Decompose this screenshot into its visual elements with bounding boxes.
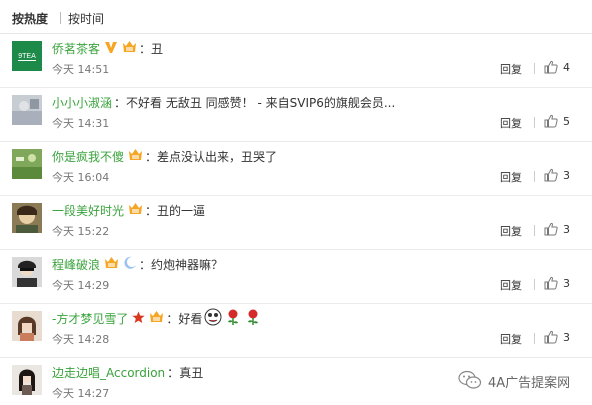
reply-button[interactable]: 回复 [500,331,522,347]
comment-item: 小小小淑涵 ： 不好看 无敌丑 同感赞！ - 来自SVIP6的旗舰会员... 今… [0,88,592,142]
rose-emoji-icon [244,308,262,330]
comment-username[interactable]: -方才梦见雪了 [52,311,128,327]
like-button[interactable]: 5 [544,113,570,129]
thumbs-up-icon [544,330,558,344]
comment-username[interactable]: 一段美好时光 [52,203,124,219]
thumbs-up-icon [544,168,558,182]
comment-time: 今天 14:51 [52,63,110,76]
avatar[interactable] [12,257,42,287]
member-crown-icon [128,202,143,220]
like-button[interactable]: 3 [544,275,570,291]
like-count: 3 [563,330,570,344]
thumbs-up-icon [544,60,558,74]
sort-bar: 按热度 按时间 [0,0,592,34]
colon: ： [139,258,152,272]
moon-level-icon [123,256,137,274]
colon: ： [167,366,180,380]
comment-text: 真丑 [179,366,204,380]
avatar[interactable] [12,149,42,179]
comment-item: 你是疯我不傻 ： 差点没认出来，丑哭了 今天 16:04 回复 3 [0,142,592,196]
like-count: 3 [563,222,570,236]
like-button[interactable]: 3 [544,329,570,345]
avatar[interactable]: 9TEA [12,41,42,71]
rose-emoji-icon [224,308,242,330]
comment-username[interactable]: 小小小淑涵 [52,95,112,111]
thumbs-up-icon [544,222,558,236]
comment-text: 好看 [178,312,203,326]
comment-username[interactable]: 边走边唱_Accordion [52,365,165,381]
comment-time: 今天 14:27 [52,387,110,400]
reply-button[interactable]: 回复 [500,223,522,239]
like-count: 3 [563,276,570,290]
comment-time: 今天 16:04 [52,171,110,184]
thumbs-up-icon [544,276,558,290]
thumbs-up-icon [544,114,558,128]
member-crown-icon [104,256,119,274]
colon: ： [166,312,179,326]
comment-username[interactable]: 侨茗茶客 [52,41,100,57]
wechat-icon [458,370,482,393]
comment-username[interactable]: 程峰破浪 [52,257,100,273]
reply-button[interactable]: 回复 [500,115,522,131]
verified-v-icon [104,40,118,58]
colon: ： [145,204,158,218]
avatar-logo-text: 9TEA [18,53,36,60]
watermark-text: 4A广告提案网 [488,375,571,391]
member-crown-icon [128,148,143,166]
sort-by-hot-tab[interactable]: 按热度 [12,10,48,27]
avatar[interactable] [12,365,42,395]
like-count: 5 [563,114,570,128]
avatar[interactable] [12,95,42,125]
comment-text: 差点没认出来，丑哭了 [157,150,278,164]
action-divider [534,171,535,182]
comment-text: 丑的一逼 [157,204,206,218]
avatar[interactable] [12,311,42,341]
comment-item: 9TEA 侨茗茶客 ： 丑 今天 14:51 回复 4 [0,34,592,88]
star-icon [132,311,145,328]
comment-text: 丑 [151,42,164,56]
comment-text: 约炮神器嘛？ [151,258,224,272]
like-count: 4 [563,60,570,74]
like-count: 3 [563,168,570,182]
avatar[interactable] [12,203,42,233]
action-divider [534,333,535,344]
sort-divider [60,12,61,24]
reply-button[interactable]: 回复 [500,61,522,77]
comment-item: 程峰破浪 ： 约炮神器嘛？ 今天 14:29 回复 3 [0,250,592,304]
like-button[interactable]: 3 [544,221,570,237]
like-button[interactable]: 4 [544,59,570,75]
colon: ： [114,96,127,110]
comment-item: -方才梦见雪了 ： 好看 今天 14:28 回复 3 [0,304,592,358]
comment-time: 今天 14:29 [52,279,110,292]
comment-time: 今天 14:31 [52,117,110,130]
action-divider [534,63,535,74]
comment-text: 不好看 无敌丑 同感赞！ - 来自SVIP6的旗舰会员... [126,96,396,110]
comment-item: 一段美好时光 ： 丑的一逼 今天 15:22 回复 3 [0,196,592,250]
like-button[interactable]: 3 [544,167,570,183]
goofy-face-emoji-icon [204,308,222,330]
reply-button[interactable]: 回复 [500,169,522,185]
comment-time: 今天 15:22 [52,225,110,238]
action-divider [534,225,535,236]
member-crown-icon [122,40,137,58]
comment-time: 今天 14:28 [52,333,110,346]
sort-by-time-tab[interactable]: 按时间 [68,10,104,27]
colon: ： [139,42,152,56]
action-divider [534,279,535,290]
action-divider [534,117,535,128]
reply-button[interactable]: 回复 [500,277,522,293]
comment-username[interactable]: 你是疯我不傻 [52,149,124,165]
member-crown-icon [149,310,164,328]
colon: ： [145,150,158,164]
watermark: 4A广告提案网 [458,370,570,392]
